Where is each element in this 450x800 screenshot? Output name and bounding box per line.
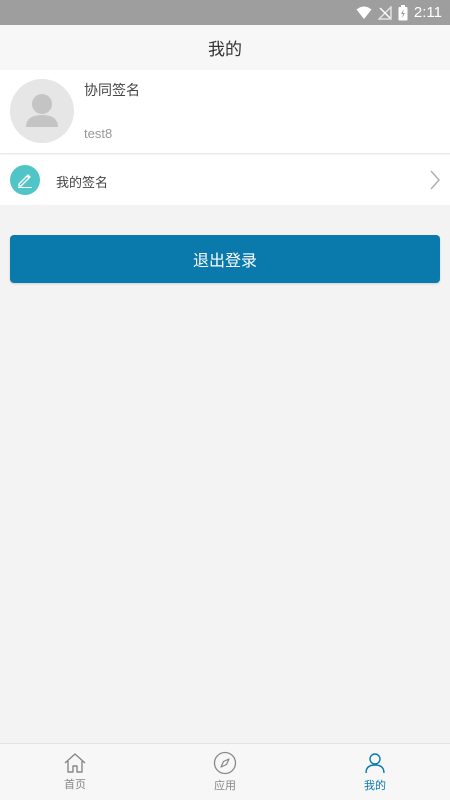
compass-icon: [213, 751, 237, 775]
profile-username: test8: [84, 126, 113, 141]
logout-button[interactable]: 退出登录: [10, 235, 440, 283]
menu-item-my-signature[interactable]: 我的签名: [0, 155, 450, 205]
battery-icon: [398, 4, 408, 21]
avatar[interactable]: [10, 79, 74, 143]
chevron-right-icon: [430, 170, 441, 194]
user-icon: [363, 751, 387, 775]
tab-home[interactable]: 首页: [0, 744, 150, 800]
bottom-tab-bar: 首页 应用 我的: [0, 743, 450, 800]
status-time: 2:11: [413, 4, 442, 21]
wifi-icon: [356, 6, 372, 20]
profile-card[interactable]: 协同签名 test8: [0, 70, 450, 154]
tab-apps[interactable]: 应用: [150, 744, 300, 800]
app-header: 我的: [0, 25, 450, 70]
tab-mine[interactable]: 我的: [300, 744, 450, 800]
user-avatar-icon: [26, 94, 58, 127]
status-bar: 2:11: [0, 0, 450, 25]
home-icon: [63, 752, 87, 774]
menu-item-label: 我的签名: [56, 176, 109, 191]
tab-apps-label: 应用: [214, 779, 236, 792]
pencil-icon: [10, 165, 40, 195]
tab-mine-label: 我的: [364, 779, 386, 792]
tab-home-label: 首页: [64, 778, 86, 791]
page-title: 我的: [208, 40, 242, 60]
no-signal-icon: [377, 5, 392, 20]
profile-name: 协同签名: [84, 83, 140, 99]
